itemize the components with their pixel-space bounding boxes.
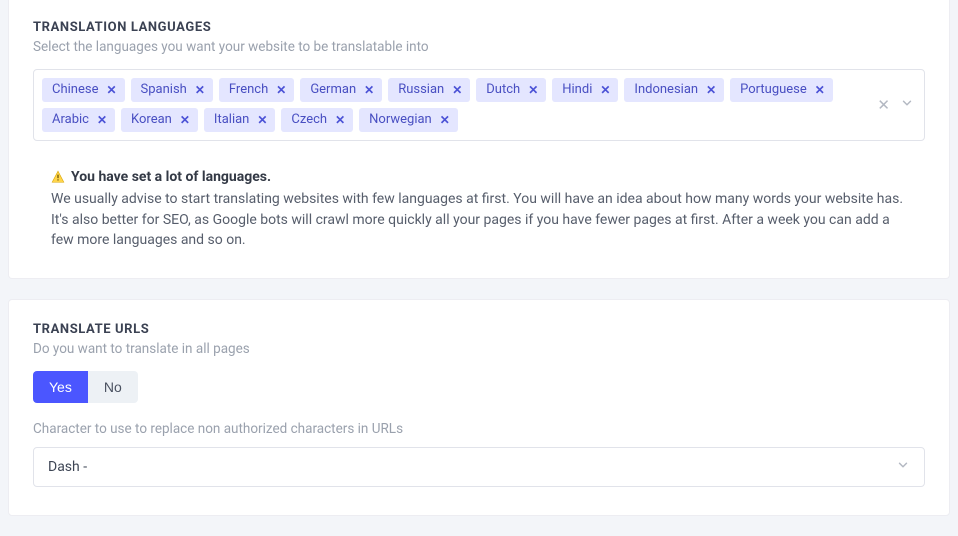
language-tag: Hindi ✕ <box>552 78 618 102</box>
remove-tag-icon[interactable]: ✕ <box>180 111 190 129</box>
language-tag: Norwegian ✕ <box>359 108 458 132</box>
tag-label: Indonesian <box>634 81 698 99</box>
section-subtitle: Do you want to translate in all pages <box>33 341 925 357</box>
chevron-down-icon[interactable] <box>900 96 914 114</box>
languages-multiselect[interactable]: Chinese✕Spanish✕French✕German✕Russian✕Du… <box>33 69 925 141</box>
tag-label: Hindi <box>562 81 592 99</box>
remove-tag-icon[interactable]: ✕ <box>257 111 267 129</box>
remove-tag-icon[interactable]: ✕ <box>440 111 450 129</box>
remove-tag-icon[interactable]: ✕ <box>195 81 205 99</box>
tag-label: Arabic <box>52 111 89 129</box>
section-subtitle: Select the languages you want your websi… <box>33 39 925 55</box>
remove-tag-icon[interactable]: ✕ <box>528 81 538 99</box>
remove-tag-icon[interactable]: ✕ <box>97 111 107 129</box>
no-button[interactable]: No <box>88 371 138 403</box>
char-replace-label: Character to use to replace non authoriz… <box>33 421 925 437</box>
warning-icon <box>51 170 65 184</box>
language-tag: Arabic ✕ <box>42 108 115 132</box>
remove-tag-icon[interactable]: ✕ <box>815 81 825 99</box>
remove-tag-icon[interactable]: ✕ <box>706 81 716 99</box>
language-tag: German ✕ <box>300 78 382 102</box>
tag-label: Portuguese <box>740 81 807 99</box>
language-tag: Korean ✕ <box>121 108 198 132</box>
remove-tag-icon[interactable]: ✕ <box>600 81 610 99</box>
tag-label: Dutch <box>486 81 520 99</box>
warning-block: You have set a lot of languages. We usua… <box>33 167 925 250</box>
remove-tag-icon[interactable]: ✕ <box>106 81 116 99</box>
translate-urls-toggle: Yes No <box>33 371 138 403</box>
remove-tag-icon[interactable]: ✕ <box>335 111 345 129</box>
remove-tag-icon[interactable]: ✕ <box>364 81 374 99</box>
tag-label: Korean <box>131 111 172 129</box>
tag-label: French <box>229 81 268 99</box>
tag-label: Czech <box>291 111 327 129</box>
language-tag: Dutch ✕ <box>476 78 546 102</box>
language-tag: Indonesian ✕ <box>624 78 724 102</box>
tag-label: Norwegian <box>369 111 432 129</box>
tag-label: Spanish <box>141 81 187 99</box>
section-title: TRANSLATION LANGUAGES <box>33 20 925 35</box>
yes-button[interactable]: Yes <box>33 371 88 403</box>
selected-value: Dash - <box>48 459 87 475</box>
language-tag: French ✕ <box>219 78 294 102</box>
language-tag: Chinese ✕ <box>42 78 125 102</box>
clear-all-icon[interactable]: ✕ <box>877 96 890 114</box>
language-tag: Czech ✕ <box>281 108 353 132</box>
tag-label: Chinese <box>52 81 98 99</box>
tag-label: Russian <box>398 81 444 99</box>
language-tag: Portuguese ✕ <box>730 78 833 102</box>
remove-tag-icon[interactable]: ✕ <box>276 81 286 99</box>
language-tag: Spanish ✕ <box>131 78 213 102</box>
char-replace-select[interactable]: Dash - <box>33 447 925 487</box>
translate-urls-section: TRANSLATE URLS Do you want to translate … <box>8 299 950 516</box>
warning-body: We usually advise to start translating w… <box>51 189 907 250</box>
tag-label: Italian <box>214 111 249 129</box>
language-tag: Italian ✕ <box>204 108 276 132</box>
section-title: TRANSLATE URLS <box>33 322 925 337</box>
remove-tag-icon[interactable]: ✕ <box>452 81 462 99</box>
multiselect-controls: ✕ <box>877 70 914 140</box>
language-tag: Russian ✕ <box>388 78 470 102</box>
tag-label: German <box>310 81 356 99</box>
translation-languages-section: TRANSLATION LANGUAGES Select the languag… <box>8 0 950 279</box>
warning-title: You have set a lot of languages. <box>71 167 271 187</box>
chevron-down-icon <box>896 458 910 476</box>
